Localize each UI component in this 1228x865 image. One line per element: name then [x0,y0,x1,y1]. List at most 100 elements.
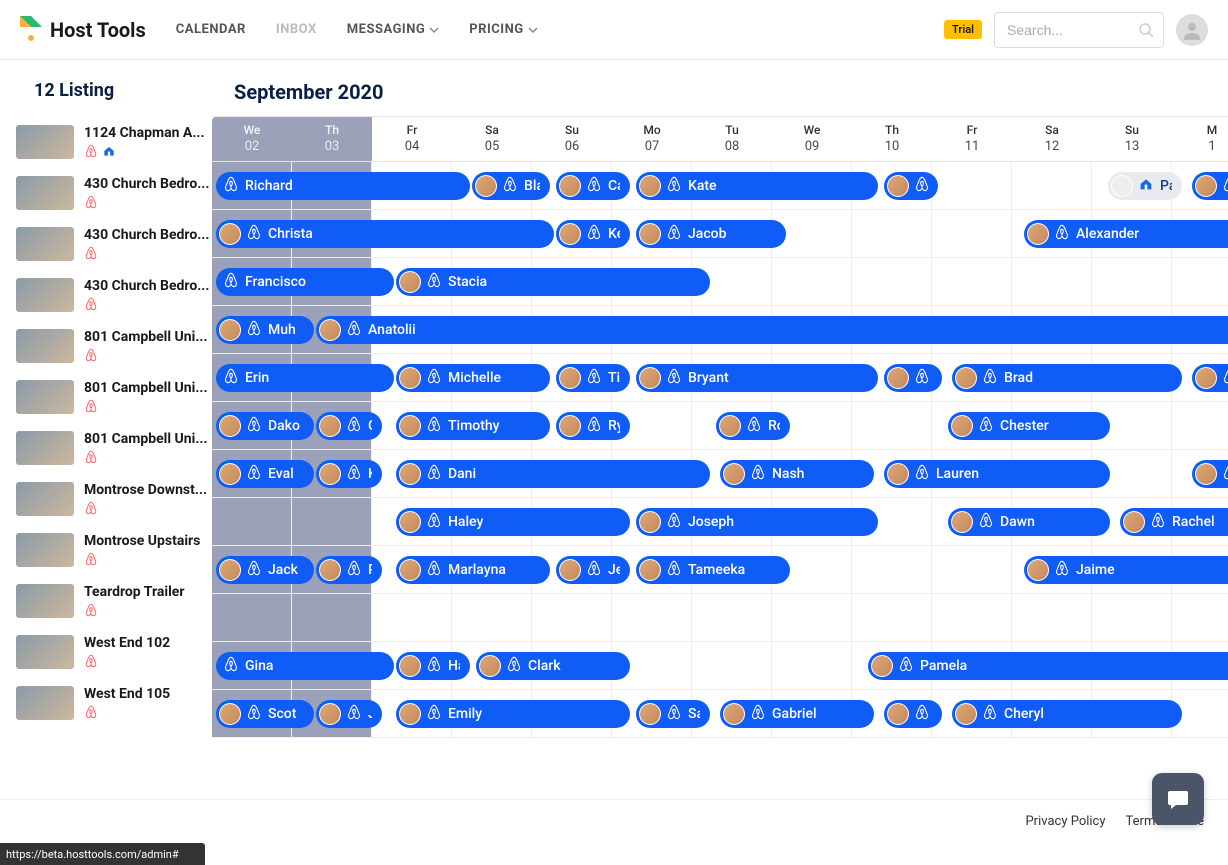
listing-item[interactable]: 430 Church Bedro... [16,176,212,213]
booking[interactable]: Dani [396,460,710,488]
booking[interactable]: Francisco [216,268,394,296]
booking[interactable]: Eval [216,460,314,488]
booking[interactable]: Muh [216,316,314,344]
calendar-cell[interactable] [852,210,932,257]
day-column[interactable]: We09 [772,117,852,161]
day-column[interactable]: Th03 [292,117,372,161]
booking[interactable]: Pamela [868,652,1228,680]
day-column[interactable]: Tu08 [692,117,772,161]
nav-inbox[interactable]: INBOX [276,22,317,37]
listing-item[interactable]: Teardrop Trailer [16,584,212,621]
booking[interactable]: Cheryl [952,700,1182,728]
booking[interactable]: Haley [396,508,630,536]
calendar-cell[interactable] [772,642,852,689]
booking[interactable] [1192,460,1228,488]
day-column[interactable]: Fr04 [372,117,452,161]
booking[interactable]: Ma [884,172,938,200]
calendar-cell[interactable] [692,642,772,689]
booking[interactable]: Jack [216,556,314,584]
user-avatar[interactable] [1176,14,1208,46]
listing-item[interactable]: 1124 Chapman A... [16,125,212,162]
listing-item[interactable]: West End 105 [16,686,212,723]
calendar-cell[interactable] [212,594,292,641]
footer-privacy[interactable]: Privacy Policy [1025,814,1105,829]
calendar-cell[interactable] [1012,162,1092,209]
booking[interactable]: Sar [636,700,710,728]
calendar-cell[interactable] [932,258,1012,305]
calendar-cell[interactable] [1172,402,1228,449]
booking[interactable]: Dawn [948,508,1110,536]
calendar-cell[interactable] [1172,594,1228,641]
booking[interactable]: Anatolii [316,316,1228,344]
day-column[interactable]: Th10 [852,117,932,161]
day-column[interactable]: Su06 [532,117,612,161]
listing-item[interactable]: Montrose Downst... [16,482,212,519]
booking[interactable]: Lauren [884,460,1110,488]
calendar-cell[interactable] [852,546,932,593]
booking[interactable]: Scot [216,700,314,728]
booking[interactable]: Car [556,172,630,200]
calendar-cell[interactable] [932,210,1012,257]
nav-calendar[interactable]: CALENDAR [176,22,246,37]
calendar-cell[interactable] [292,594,372,641]
chat-widget[interactable] [1152,773,1204,825]
booking[interactable]: Tim [556,364,630,392]
calendar-cell[interactable] [1092,258,1172,305]
calendar-cell[interactable] [1012,258,1092,305]
booking[interactable]: Joseph [636,508,878,536]
booking[interactable]: Ter [884,364,942,392]
calendar-cell[interactable] [692,594,772,641]
calendar-cell[interactable] [1092,594,1172,641]
calendar-cell[interactable] [212,498,292,545]
booking[interactable]: Ker [556,220,630,248]
booking[interactable] [1192,364,1228,392]
day-column[interactable]: Fr11 [932,117,1012,161]
booking[interactable]: Lyd [884,700,942,728]
nav-messaging[interactable]: MESSAGING [347,22,440,37]
calendar-cell[interactable] [532,594,612,641]
booking[interactable]: Clark [476,652,630,680]
booking[interactable]: Jef [556,556,630,584]
calendar-cell[interactable] [372,594,452,641]
listing-item[interactable]: 430 Church Bedro... [16,278,212,315]
booking[interactable]: Rya [556,412,630,440]
booking[interactable]: Christa [216,220,554,248]
nav-pricing[interactable]: PRICING [469,22,537,37]
logo[interactable]: Host Tools [20,16,146,44]
booking[interactable]: Nash [720,460,874,488]
listing-item[interactable]: 430 Church Bedro... [16,227,212,264]
booking[interactable]: Robi [716,412,790,440]
calendar-cell[interactable] [452,594,532,641]
booking[interactable]: Brad [952,364,1182,392]
booking[interactable]: Dako [216,412,314,440]
booking[interactable]: Tameeka [636,556,790,584]
booking[interactable]: Hal [396,652,470,680]
booking[interactable]: Emily [396,700,630,728]
calendar-grid[interactable]: We02Th03Fr04Sa05Su06Mo07Tu08We09Th10Fr11… [212,116,1228,799]
calendar-cell[interactable] [292,498,372,545]
booking[interactable]: Jaime [1024,556,1228,584]
day-column[interactable]: Mo07 [612,117,692,161]
booking[interactable]: Bla [472,172,550,200]
day-column[interactable]: Sa12 [1012,117,1092,161]
booking[interactable]: Gina [216,652,394,680]
trial-badge[interactable]: Trial [944,20,982,39]
booking[interactable]: Gal [316,412,382,440]
booking[interactable]: Alexander [1024,220,1228,248]
listing-item[interactable]: 801 Campbell Uni... [16,329,212,366]
calendar-cell[interactable] [852,402,932,449]
calendar-cell[interactable] [612,594,692,641]
calendar-cell[interactable] [932,162,1012,209]
booking[interactable]: Michelle [396,364,550,392]
calendar-cell[interactable] [772,594,852,641]
day-column[interactable]: Su13 [1092,117,1172,161]
booking[interactable]: Erin [216,364,394,392]
listing-item[interactable]: 801 Campbell Uni... [16,431,212,468]
booking[interactable] [1192,172,1228,200]
booking[interactable]: Timothy [396,412,550,440]
day-column[interactable]: We02 [212,117,292,161]
booking[interactable]: Gabriel [720,700,874,728]
booking[interactable]: Paul [1108,172,1182,200]
booking[interactable]: Bryant [636,364,878,392]
calendar-cell[interactable] [1172,258,1228,305]
